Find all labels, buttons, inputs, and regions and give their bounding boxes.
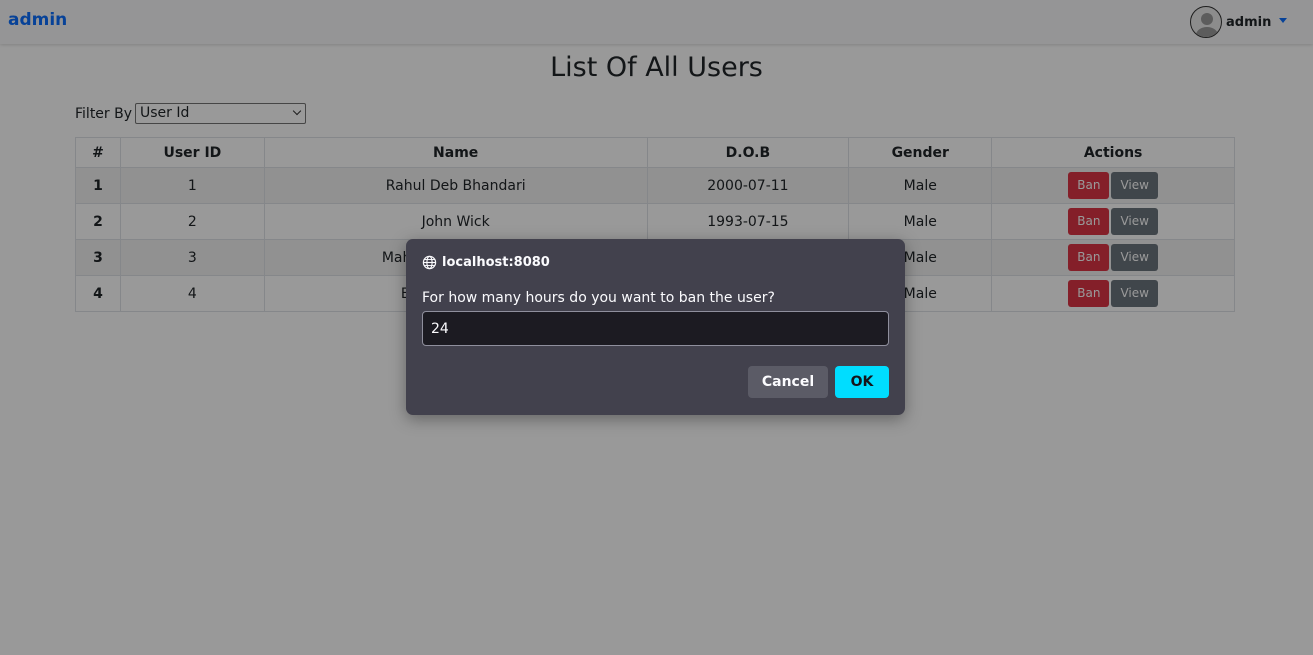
dialog-origin-text: localhost:8080 xyxy=(442,255,550,270)
cancel-button[interactable]: Cancel xyxy=(748,366,828,398)
dialog-origin: localhost:8080 xyxy=(422,255,550,270)
prompt-dialog: localhost:8080 For how many hours do you… xyxy=(406,239,905,415)
dialog-message: For how many hours do you want to ban th… xyxy=(422,290,775,306)
globe-icon xyxy=(422,255,437,270)
hours-input[interactable] xyxy=(422,311,889,346)
ok-button[interactable]: OK xyxy=(835,366,889,398)
